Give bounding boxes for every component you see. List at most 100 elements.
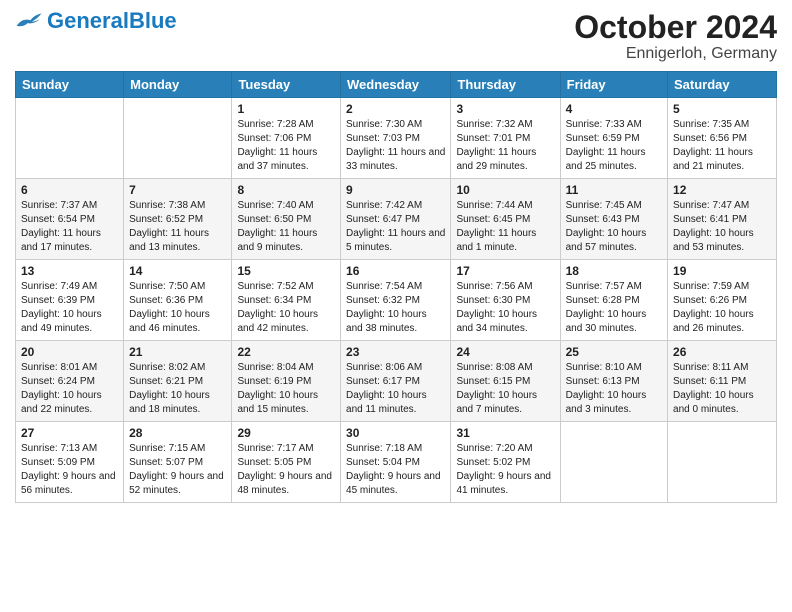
day-detail: Sunrise: 7:30 AMSunset: 7:03 PMDaylight:… [346, 119, 445, 172]
day-number: 4 [566, 102, 662, 116]
table-row: 26 Sunrise: 8:11 AMSunset: 6:11 PMDayligh… [668, 341, 777, 422]
table-row: 10 Sunrise: 7:44 AMSunset: 6:45 PMDayligh… [451, 179, 560, 260]
col-friday: Friday [560, 72, 667, 98]
day-detail: Sunrise: 8:10 AMSunset: 6:13 PMDaylight:… [566, 362, 647, 415]
page: GeneralBlue October 2024 Ennigerloh, Ger… [0, 0, 792, 612]
title-block: October 2024 Ennigerloh, Germany [574, 10, 777, 63]
table-row: 16 Sunrise: 7:54 AMSunset: 6:32 PMDayligh… [341, 260, 451, 341]
day-number: 5 [673, 102, 771, 116]
day-number: 7 [129, 183, 226, 197]
day-number: 26 [673, 345, 771, 359]
calendar-title: October 2024 [574, 10, 777, 45]
table-row: 28 Sunrise: 7:15 AMSunset: 5:07 PMDayligh… [124, 422, 232, 503]
table-row: 5 Sunrise: 7:35 AMSunset: 6:56 PMDaylight… [668, 98, 777, 179]
calendar-table: Sunday Monday Tuesday Wednesday Thursday… [15, 71, 777, 503]
table-row [560, 422, 667, 503]
day-detail: Sunrise: 8:06 AMSunset: 6:17 PMDaylight:… [346, 362, 427, 415]
day-detail: Sunrise: 8:11 AMSunset: 6:11 PMDaylight:… [673, 362, 754, 415]
day-detail: Sunrise: 7:52 AMSunset: 6:34 PMDaylight:… [237, 281, 318, 334]
day-number: 19 [673, 264, 771, 278]
table-row: 20 Sunrise: 8:01 AMSunset: 6:24 PMDayligh… [16, 341, 124, 422]
table-row: 27 Sunrise: 7:13 AMSunset: 5:09 PMDayligh… [16, 422, 124, 503]
day-number: 28 [129, 426, 226, 440]
table-row: 7 Sunrise: 7:38 AMSunset: 6:52 PMDaylight… [124, 179, 232, 260]
day-detail: Sunrise: 8:08 AMSunset: 6:15 PMDaylight:… [456, 362, 537, 415]
day-number: 25 [566, 345, 662, 359]
day-detail: Sunrise: 7:59 AMSunset: 6:26 PMDaylight:… [673, 281, 754, 334]
table-row: 31Sunrise: 7:20 AMSunset: 5:02 PMDayligh… [451, 422, 560, 503]
table-row: 17 Sunrise: 7:56 AMSunset: 6:30 PMDayligh… [451, 260, 560, 341]
day-detail: Sunrise: 7:54 AMSunset: 6:32 PMDaylight:… [346, 281, 427, 334]
day-number: 1 [237, 102, 335, 116]
day-detail: Sunrise: 7:13 AMSunset: 5:09 PMDaylight:… [21, 443, 116, 496]
day-detail: Sunrise: 7:44 AMSunset: 6:45 PMDaylight:… [456, 200, 536, 253]
day-number: 16 [346, 264, 445, 278]
calendar-week-row: 6Sunrise: 7:37 AMSunset: 6:54 PMDaylight… [16, 179, 777, 260]
day-detail: Sunrise: 7:15 AMSunset: 5:07 PMDaylight:… [129, 443, 224, 496]
col-tuesday: Tuesday [232, 72, 341, 98]
table-row: 6Sunrise: 7:37 AMSunset: 6:54 PMDaylight… [16, 179, 124, 260]
calendar-week-row: 1 Sunrise: 7:28 AMSunset: 7:06 PMDaylight… [16, 98, 777, 179]
table-row: 15 Sunrise: 7:52 AMSunset: 6:34 PMDayligh… [232, 260, 341, 341]
day-number: 13 [21, 264, 118, 278]
table-row: 18 Sunrise: 7:57 AMSunset: 6:28 PMDayligh… [560, 260, 667, 341]
table-row: 1 Sunrise: 7:28 AMSunset: 7:06 PMDaylight… [232, 98, 341, 179]
day-detail: Sunrise: 7:40 AMSunset: 6:50 PMDaylight:… [237, 200, 317, 253]
calendar-week-row: 27 Sunrise: 7:13 AMSunset: 5:09 PMDayligh… [16, 422, 777, 503]
day-number: 2 [346, 102, 445, 116]
table-row: 22 Sunrise: 8:04 AMSunset: 6:19 PMDayligh… [232, 341, 341, 422]
day-number: 3 [456, 102, 554, 116]
day-detail: Sunrise: 7:47 AMSunset: 6:41 PMDaylight:… [673, 200, 754, 253]
table-row: 30Sunrise: 7:18 AMSunset: 5:04 PMDayligh… [341, 422, 451, 503]
table-row: 13Sunrise: 7:49 AMSunset: 6:39 PMDayligh… [16, 260, 124, 341]
col-saturday: Saturday [668, 72, 777, 98]
table-row: 19 Sunrise: 7:59 AMSunset: 6:26 PMDayligh… [668, 260, 777, 341]
day-number: 24 [456, 345, 554, 359]
day-number: 17 [456, 264, 554, 278]
day-number: 22 [237, 345, 335, 359]
day-number: 18 [566, 264, 662, 278]
day-number: 14 [129, 264, 226, 278]
day-detail: Sunrise: 7:28 AMSunset: 7:06 PMDaylight:… [237, 119, 317, 172]
table-row: 8Sunrise: 7:40 AMSunset: 6:50 PMDaylight… [232, 179, 341, 260]
day-number: 15 [237, 264, 335, 278]
calendar-header-row: Sunday Monday Tuesday Wednesday Thursday… [16, 72, 777, 98]
table-row: 2 Sunrise: 7:30 AMSunset: 7:03 PMDaylight… [341, 98, 451, 179]
col-sunday: Sunday [16, 72, 124, 98]
col-thursday: Thursday [451, 72, 560, 98]
day-number: 10 [456, 183, 554, 197]
day-number: 29 [237, 426, 335, 440]
day-detail: Sunrise: 8:02 AMSunset: 6:21 PMDaylight:… [129, 362, 210, 415]
table-row: 14Sunrise: 7:50 AMSunset: 6:36 PMDayligh… [124, 260, 232, 341]
calendar-week-row: 13Sunrise: 7:49 AMSunset: 6:39 PMDayligh… [16, 260, 777, 341]
table-row [124, 98, 232, 179]
table-row: 25 Sunrise: 8:10 AMSunset: 6:13 PMDayligh… [560, 341, 667, 422]
table-row: 3 Sunrise: 7:32 AMSunset: 7:01 PMDaylight… [451, 98, 560, 179]
table-row: 4Sunrise: 7:33 AMSunset: 6:59 PMDaylight… [560, 98, 667, 179]
day-detail: Sunrise: 7:56 AMSunset: 6:30 PMDaylight:… [456, 281, 537, 334]
table-row: 12 Sunrise: 7:47 AMSunset: 6:41 PMDayligh… [668, 179, 777, 260]
day-detail: Sunrise: 8:01 AMSunset: 6:24 PMDaylight:… [21, 362, 102, 415]
day-detail: Sunrise: 7:38 AMSunset: 6:52 PMDaylight:… [129, 200, 209, 253]
table-row: 9 Sunrise: 7:42 AMSunset: 6:47 PMDaylight… [341, 179, 451, 260]
table-row: 23Sunrise: 8:06 AMSunset: 6:17 PMDayligh… [341, 341, 451, 422]
table-row: 11Sunrise: 7:45 AMSunset: 6:43 PMDayligh… [560, 179, 667, 260]
day-detail: Sunrise: 7:57 AMSunset: 6:28 PMDaylight:… [566, 281, 647, 334]
day-detail: Sunrise: 7:45 AMSunset: 6:43 PMDaylight:… [566, 200, 647, 253]
table-row: 29 Sunrise: 7:17 AMSunset: 5:05 PMDayligh… [232, 422, 341, 503]
header: GeneralBlue October 2024 Ennigerloh, Ger… [15, 10, 777, 63]
day-detail: Sunrise: 7:17 AMSunset: 5:05 PMDaylight:… [237, 443, 332, 496]
table-row [16, 98, 124, 179]
day-detail: Sunrise: 7:37 AMSunset: 6:54 PMDaylight:… [21, 200, 101, 253]
day-detail: Sunrise: 7:32 AMSunset: 7:01 PMDaylight:… [456, 119, 536, 172]
day-detail: Sunrise: 7:42 AMSunset: 6:47 PMDaylight:… [346, 200, 445, 253]
day-detail: Sunrise: 7:35 AMSunset: 6:56 PMDaylight:… [673, 119, 753, 172]
calendar-subtitle: Ennigerloh, Germany [574, 45, 777, 63]
calendar-week-row: 20 Sunrise: 8:01 AMSunset: 6:24 PMDayligh… [16, 341, 777, 422]
day-number: 21 [129, 345, 226, 359]
day-number: 27 [21, 426, 118, 440]
day-number: 12 [673, 183, 771, 197]
day-number: 9 [346, 183, 445, 197]
day-number: 20 [21, 345, 118, 359]
day-detail: Sunrise: 8:04 AMSunset: 6:19 PMDaylight:… [237, 362, 318, 415]
